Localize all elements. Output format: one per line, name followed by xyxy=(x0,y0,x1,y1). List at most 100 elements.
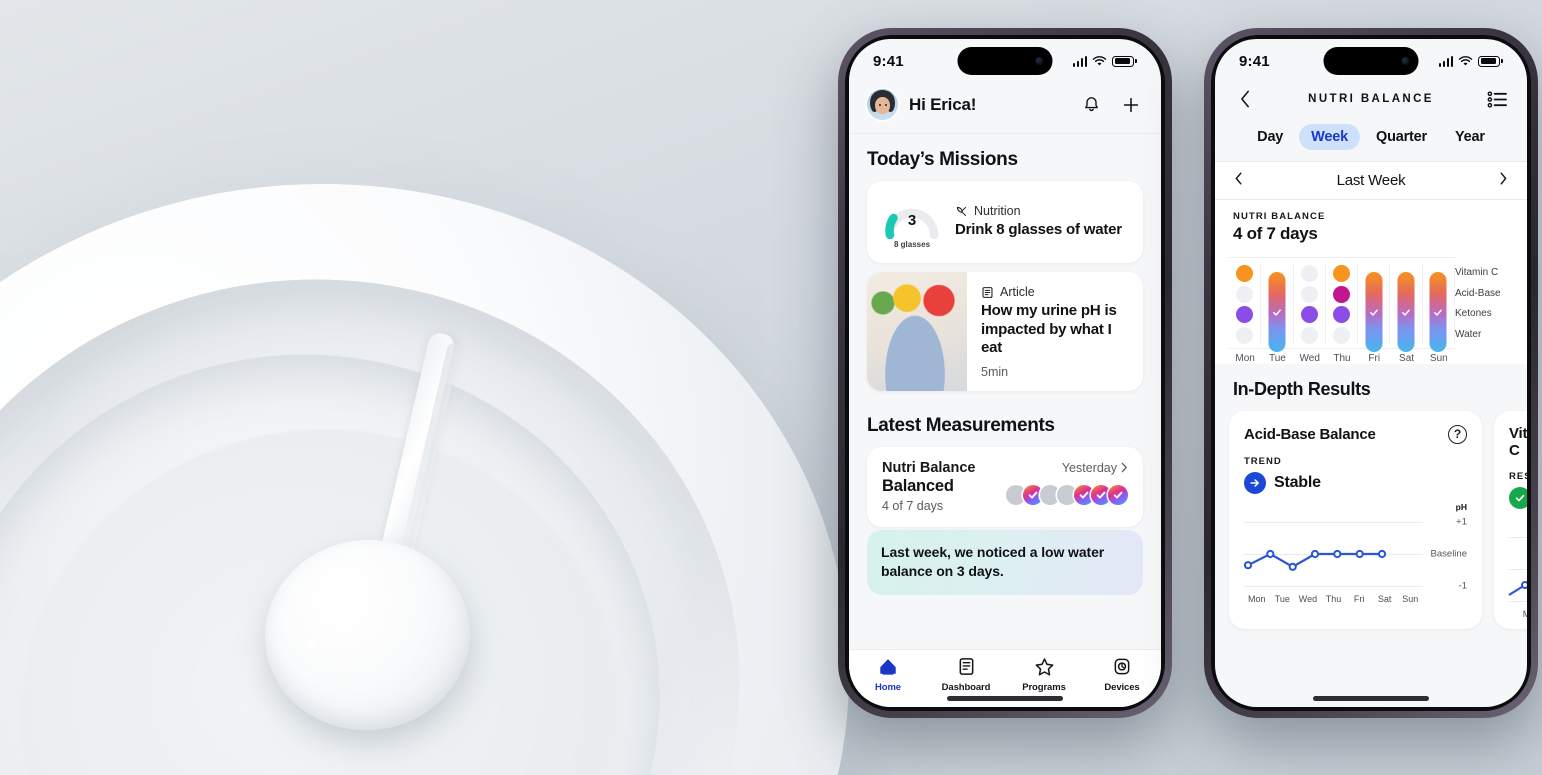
range-day[interactable]: Day xyxy=(1245,124,1295,150)
status-time: 9:41 xyxy=(873,52,904,70)
ph-series-line xyxy=(1244,549,1387,571)
article-icon xyxy=(982,286,993,298)
wifi-icon xyxy=(1459,55,1473,66)
heatmap-day-labels: Mon Tue Wed Thu Fri Sat Sun xyxy=(1215,349,1465,364)
battery-icon xyxy=(1478,55,1503,67)
day-label-mon: Mon xyxy=(1235,352,1255,364)
missions-section-title: Today’s Missions xyxy=(867,149,1018,170)
measurements-section-title: Latest Measurements xyxy=(867,414,1055,436)
article-thumbnail xyxy=(867,272,967,391)
card-value: Stable xyxy=(1274,473,1321,491)
water-gauge-value: 3 xyxy=(907,212,917,229)
nutri-balance-card[interactable]: Nutri Balance Yesterday Balanced 4 of 7 … xyxy=(867,446,1143,527)
plus-icon[interactable] xyxy=(1119,93,1143,117)
phone-home-screen: 9:41 Hi Erica! Today’s Missions 3 8 glas… xyxy=(838,28,1172,718)
range-week[interactable]: Week xyxy=(1299,124,1360,150)
water-gauge: 3 8 glasses xyxy=(881,195,943,249)
ph-day-labels: Mon Tue Wed Thu Fri Sat Sun xyxy=(1244,594,1467,604)
acid-base-card[interactable]: Acid-Base Balance ? TREND Stable pH +1 B… xyxy=(1229,410,1482,629)
heatmap-node-vitamin-c xyxy=(1236,265,1254,282)
range-quarter[interactable]: Quarter xyxy=(1364,124,1439,150)
heatmap-legend: Vitamin C Acid-Base Ketones Water xyxy=(1455,257,1517,349)
phone-detail-screen: 9:41 NUTRI BALANCE Day Week Quarter Year La… xyxy=(1204,28,1538,718)
mission-card-water[interactable]: 3 8 glasses Nutrition Drink 8 glasses of… xyxy=(867,181,1143,263)
legend-water: Water xyxy=(1455,328,1482,340)
heatmap-columns xyxy=(1229,257,1455,352)
vitamin-c-series-line xyxy=(1508,580,1527,596)
heatmap-node-vitamin-c xyxy=(1332,265,1350,282)
measurement-timestamp[interactable]: Yesterday xyxy=(1062,461,1128,475)
chevron-right-icon xyxy=(1121,462,1127,473)
week-dots xyxy=(1006,484,1128,505)
ph-day-sun: Sun xyxy=(1402,593,1419,604)
complete-pill xyxy=(1429,272,1447,352)
complete-pill xyxy=(1397,272,1415,352)
tab-home[interactable]: Home xyxy=(849,657,927,693)
ph-day-thu: Thu xyxy=(1325,593,1342,604)
card-sub-label: RESULT xyxy=(1509,470,1527,482)
heatmap-column-sun[interactable] xyxy=(1423,265,1455,352)
tab-programs[interactable]: Programs xyxy=(1005,657,1083,693)
ph-tick-plus1: +1 xyxy=(1456,516,1467,527)
prev-period-button[interactable] xyxy=(1235,172,1243,189)
legend-vitamin-c: Vitamin C xyxy=(1455,267,1499,278)
tab-devices[interactable]: Devices xyxy=(1083,657,1161,693)
tab-label: Home xyxy=(875,682,901,693)
page-title: Hi Erica! xyxy=(909,94,977,114)
front-camera-icon xyxy=(1401,57,1410,65)
list-icon[interactable] xyxy=(1485,87,1509,111)
question-mark-icon[interactable]: ? xyxy=(1448,424,1467,444)
heatmap-column-mon[interactable] xyxy=(1229,265,1262,344)
ph-day-sat: Sat xyxy=(1377,593,1392,604)
nutrition-icon xyxy=(956,206,967,216)
period-label: Last Week xyxy=(1336,172,1406,189)
page-title: NUTRI BALANCE xyxy=(1308,93,1434,105)
ph-tick-minus1: -1 xyxy=(1458,580,1467,591)
heatmap-node-ketones xyxy=(1332,306,1350,323)
heatmap-node-vitamin-c xyxy=(1300,265,1318,282)
home-indicator xyxy=(1313,696,1429,701)
heatmap-column-fri[interactable] xyxy=(1358,265,1391,352)
heatmap-column-thu[interactable] xyxy=(1326,265,1359,344)
heatmap-node-water xyxy=(1332,326,1350,344)
heatmap-node-acid-base xyxy=(1300,285,1318,303)
day-label-thu: Thu xyxy=(1333,352,1351,364)
legend-acid-base: Acid-Base xyxy=(1455,287,1501,299)
tab-dashboard[interactable]: Dashboard xyxy=(927,657,1005,693)
heatmap-column-tue[interactable] xyxy=(1261,265,1294,352)
vitamin-c-day-labels: Mo xyxy=(1522,608,1527,619)
range-selector: Day Week Quarter Year xyxy=(1215,124,1527,162)
card-title: Vitamin C xyxy=(1509,424,1527,459)
bell-icon[interactable] xyxy=(1079,93,1103,117)
heatmap-column-sat[interactable] xyxy=(1390,265,1423,352)
range-year[interactable]: Year xyxy=(1443,124,1497,150)
ph-day-tue: Tue xyxy=(1274,593,1290,604)
phone1-screen: 9:41 Hi Erica! Today’s Missions 3 8 glas… xyxy=(849,39,1161,707)
measurement-days: 4 of 7 days xyxy=(882,498,944,513)
avatar[interactable] xyxy=(867,89,898,120)
front-camera-icon xyxy=(1035,57,1044,65)
measurement-name: Nutri Balance xyxy=(882,459,976,476)
article-read-time: 5min xyxy=(981,364,1009,379)
sensor-highlight xyxy=(305,640,315,650)
mission-title: Drink 8 glasses of water xyxy=(955,221,1122,239)
next-period-button[interactable] xyxy=(1499,172,1507,189)
mission-card-article[interactable]: Article How my urine pH is impacted by w… xyxy=(867,272,1143,391)
home-icon xyxy=(878,657,898,679)
chevron-left-icon[interactable] xyxy=(1233,87,1257,111)
status-bar: 9:41 xyxy=(1215,39,1527,83)
heatmap-node-ketones xyxy=(1300,306,1318,323)
insight-banner: Last week, we noticed a low water balanc… xyxy=(867,529,1143,596)
period-navigator: Last Week xyxy=(1215,162,1527,200)
detail-nav-bar: NUTRI BALANCE xyxy=(1215,83,1527,124)
home-content: Today’s Missions 3 8 glasses Nutrition D… xyxy=(849,134,1161,649)
status-bar: 9:41 xyxy=(849,39,1161,83)
legend-ketones: Ketones xyxy=(1455,308,1492,319)
heatmap-column-wed[interactable] xyxy=(1294,265,1326,344)
ph-line-chart: pH +1 Baseline -1 xyxy=(1244,502,1467,594)
phone2-screen: 9:41 NUTRI BALANCE Day Week Quarter Year La… xyxy=(1215,39,1527,707)
card-sub-label: TREND xyxy=(1244,455,1282,467)
heatmap-node-acid-base xyxy=(1332,285,1350,303)
tab-label: Dashboard xyxy=(941,682,991,693)
vitamin-c-card[interactable]: Vitamin C RESULT Mo xyxy=(1494,410,1527,629)
